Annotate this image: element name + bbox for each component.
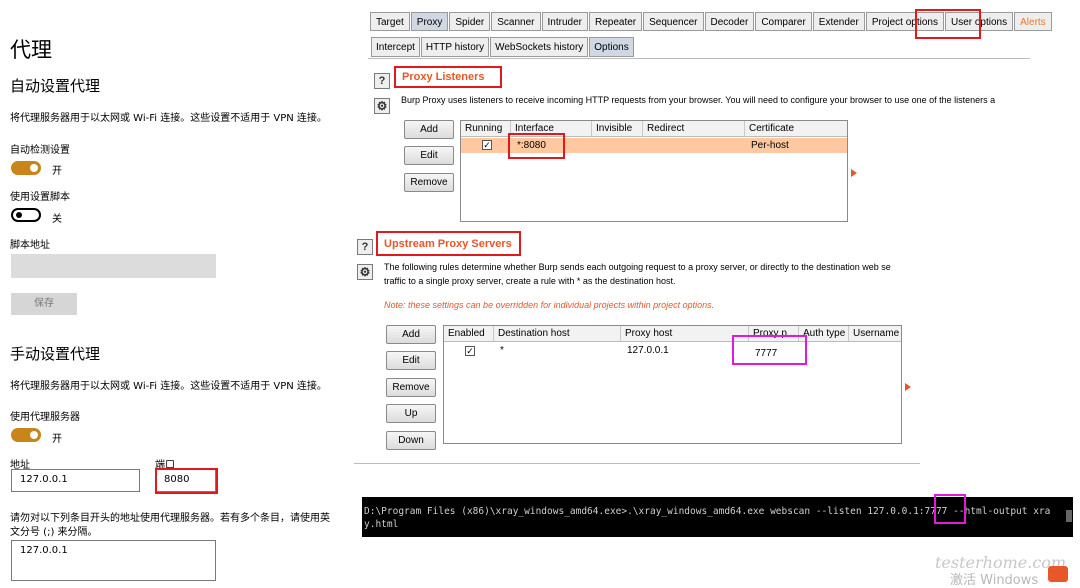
listener-remove-button[interactable]: Remove xyxy=(404,173,454,192)
enabled-checkbox[interactable]: ✓ xyxy=(465,346,475,356)
upstream-remove-button[interactable]: Remove xyxy=(386,378,436,397)
proxy-port-highlight-box xyxy=(732,335,807,365)
proxy-subtabs: Intercept HTTP history WebSockets histor… xyxy=(371,37,635,57)
listener-certificate-cell: Per-host xyxy=(751,140,789,151)
col-invisible[interactable]: Invisible xyxy=(592,121,643,137)
tab-scanner[interactable]: Scanner xyxy=(491,12,541,31)
proxy-host-cell: 127.0.0.1 xyxy=(627,345,669,356)
tab-alerts[interactable]: Alerts xyxy=(1014,12,1052,31)
setup-script-toggle[interactable] xyxy=(11,208,41,222)
subtab-options[interactable]: Options xyxy=(589,37,634,57)
proxy-listeners-description: Burp Proxy uses listeners to receive inc… xyxy=(401,95,996,105)
auto-proxy-heading: 自动设置代理 xyxy=(10,77,101,95)
col-proxy-host[interactable]: Proxy host xyxy=(621,326,749,342)
interface-highlight-box xyxy=(508,133,565,159)
running-checkbox[interactable]: ✓ xyxy=(482,140,492,150)
col-destination-host[interactable]: Destination host xyxy=(494,326,621,342)
listener-edit-button[interactable]: Edit xyxy=(404,146,454,165)
setup-script-label: 使用设置脚本 xyxy=(10,192,70,203)
subtab-websockets-history[interactable]: WebSockets history xyxy=(490,37,589,57)
script-address-label: 脚本地址 xyxy=(10,240,50,251)
proxy-address-input[interactable]: 127.0.0.1 xyxy=(11,469,140,492)
tab-spider[interactable]: Spider xyxy=(449,12,491,31)
col-username[interactable]: Username xyxy=(849,326,901,342)
exceptions-description-line1: 请勿对以下列条目开头的地址使用代理服务器。若有多个条目，请使用英 xyxy=(10,513,330,524)
col-redirect[interactable]: Redirect xyxy=(643,121,745,137)
subtab-intercept[interactable]: Intercept xyxy=(371,37,420,57)
subtab-divider xyxy=(368,58,1030,59)
help-icon[interactable]: ? xyxy=(374,73,390,89)
use-proxy-label: 使用代理服务器 xyxy=(10,412,80,423)
brand-logo-icon xyxy=(1048,566,1068,582)
subtab-http-history[interactable]: HTTP history xyxy=(420,37,490,57)
proxy-listeners-highlight-box xyxy=(394,66,502,88)
save-button[interactable]: 保存 xyxy=(11,293,77,315)
upstream-table: Enabled Destination host Proxy host Prox… xyxy=(443,325,902,444)
tab-sequencer[interactable]: Sequencer xyxy=(643,12,704,31)
manual-proxy-description: 将代理服务器用于以太网或 Wi-Fi 连接。这些设置不适用于 VPN 连接。 xyxy=(10,381,327,392)
tab-proxy[interactable]: Proxy xyxy=(410,12,449,31)
use-proxy-state: 开 xyxy=(52,434,62,445)
upstream-row[interactable]: ✓ * 127.0.0.1 7777 xyxy=(444,343,901,359)
upstream-down-button[interactable]: Down xyxy=(386,431,436,450)
terminal-port-highlight-box xyxy=(934,494,966,524)
setup-script-state: 关 xyxy=(52,214,62,225)
tab-comparer[interactable]: Comparer xyxy=(755,12,812,31)
tab-target[interactable]: Target xyxy=(370,12,410,31)
listener-add-button[interactable]: Add xyxy=(404,120,454,139)
tab-intruder[interactable]: Intruder xyxy=(541,12,588,31)
activate-windows-watermark: 激活 Windows xyxy=(950,573,1039,588)
tab-extender[interactable]: Extender xyxy=(812,12,865,31)
auto-detect-label: 自动检测设置 xyxy=(10,145,70,156)
tab-repeater[interactable]: Repeater xyxy=(588,12,643,31)
auto-detect-state: 开 xyxy=(52,166,62,177)
upstream-gear-icon[interactable]: ⚙ xyxy=(357,264,373,280)
auto-proxy-description: 将代理服务器用于以太网或 Wi-Fi 连接。这些设置不适用于 VPN 连接。 xyxy=(10,113,327,124)
upstream-add-button[interactable]: Add xyxy=(386,325,436,344)
terminal-scrollbar[interactable] xyxy=(1066,510,1072,522)
upstream-up-button[interactable]: Up xyxy=(386,404,436,423)
gear-icon[interactable]: ⚙ xyxy=(374,98,390,114)
exceptions-description-line2: 文分号 (;) 来分隔。 xyxy=(10,527,98,538)
upstream-divider xyxy=(354,463,920,464)
manual-proxy-heading: 手动设置代理 xyxy=(10,345,101,363)
upstream-help-icon[interactable]: ? xyxy=(357,239,373,255)
user-options-highlight-box xyxy=(915,9,981,39)
upstream-expand-arrow-icon[interactable] xyxy=(905,383,911,391)
terminal-output-line: y.html xyxy=(364,519,399,530)
terminal-command-prefix: D:\Program Files (x86)\xray_windows_amd6… xyxy=(364,506,925,517)
upstream-description-line1: The following rules determine whether Bu… xyxy=(384,262,891,272)
tab-decoder[interactable]: Decoder xyxy=(704,12,755,31)
expand-arrow-icon[interactable] xyxy=(851,169,857,177)
upstream-description-line2: traffic to a single proxy server, create… xyxy=(384,276,676,286)
page-title: 代理 xyxy=(10,38,52,62)
col-running[interactable]: Running xyxy=(461,121,511,137)
exceptions-textarea[interactable]: 127.0.0.1 xyxy=(11,540,216,581)
upstream-edit-button[interactable]: Edit xyxy=(386,351,436,370)
terminal-command-line: D:\Program Files (x86)\xray_windows_amd6… xyxy=(364,505,1073,518)
port-highlight-box xyxy=(155,468,218,494)
destination-host-cell: * xyxy=(500,345,504,356)
col-enabled[interactable]: Enabled xyxy=(444,326,494,342)
terminal-window: D:\Program Files (x86)\xray_windows_amd6… xyxy=(362,497,1073,537)
upstream-highlight-box xyxy=(376,231,521,256)
upstream-note: Note: these settings can be overridden f… xyxy=(384,300,715,310)
use-proxy-toggle[interactable] xyxy=(11,428,41,442)
auto-detect-toggle[interactable] xyxy=(11,161,41,175)
script-address-input[interactable] xyxy=(11,254,216,278)
col-certificate[interactable]: Certificate xyxy=(745,121,847,137)
